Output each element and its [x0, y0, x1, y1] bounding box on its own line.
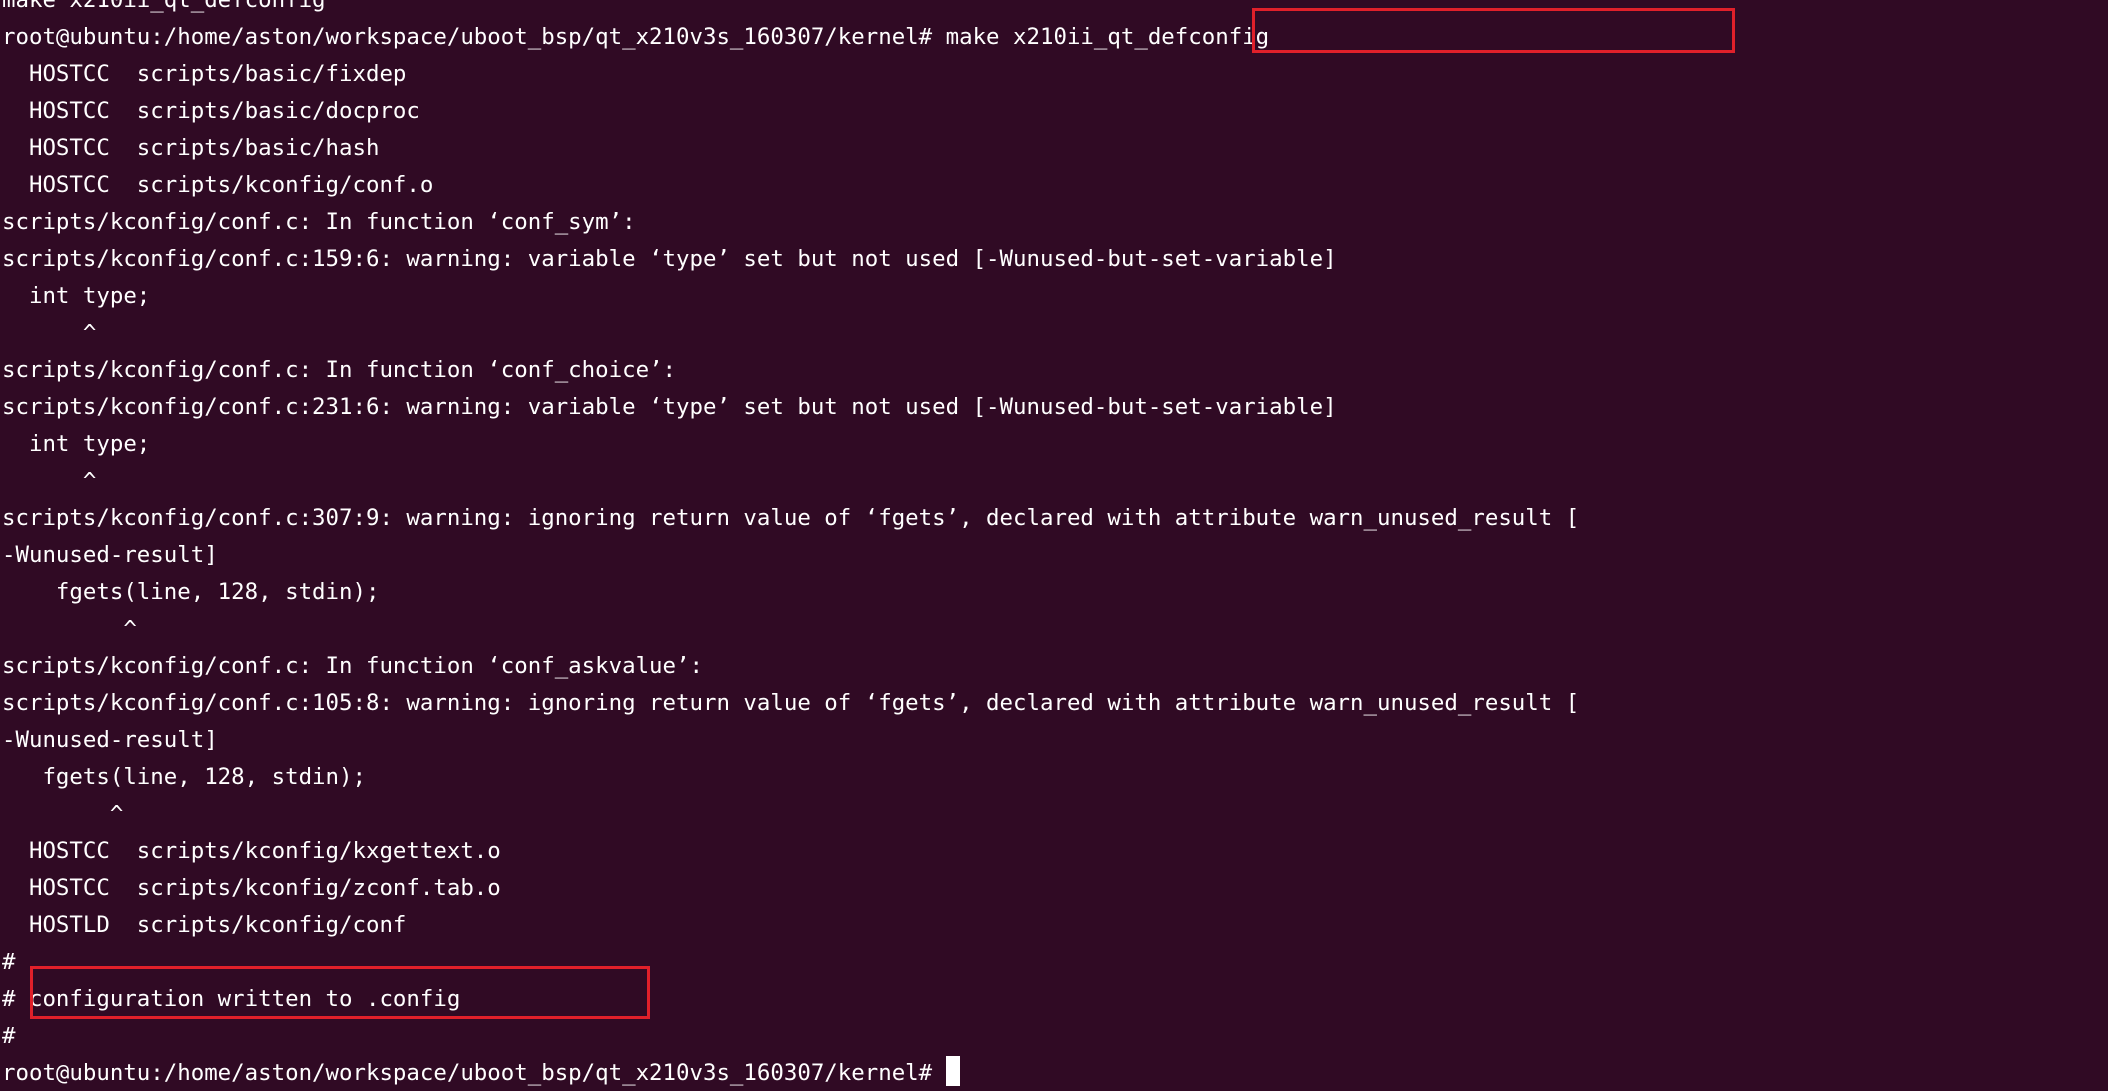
terminal-line: HOSTCC scripts/kconfig/kxgettext.o	[2, 838, 501, 864]
terminal-line: HOSTCC scripts/kconfig/zconf.tab.o	[2, 875, 501, 901]
terminal-prompt-line[interactable]: root@ubuntu:/home/aston/workspace/uboot_…	[2, 1055, 1579, 1091]
terminal-line: fgets(line, 128, stdin);	[2, 579, 380, 605]
terminal-line: -Wunused-result]	[2, 727, 218, 753]
terminal-line-command: root@ubuntu:/home/aston/workspace/uboot_…	[2, 24, 1270, 50]
terminal-line: fgets(line, 128, stdin);	[2, 764, 366, 790]
terminal-line: #	[2, 949, 16, 975]
shell-prompt: root@ubuntu:/home/aston/workspace/uboot_…	[2, 1060, 946, 1086]
terminal-line: scripts/kconfig/conf.c: In function ‘con…	[2, 357, 677, 383]
terminal-line-caret: ^	[2, 801, 124, 827]
terminal-line-caret: ^	[2, 320, 97, 346]
terminal-line-clipped: make x210ii_qt_defconfig	[2, 0, 326, 13]
terminal-line: scripts/kconfig/conf.c: In function ‘con…	[2, 209, 636, 235]
terminal-line: -Wunused-result]	[2, 542, 218, 568]
terminal-line: HOSTLD scripts/kconfig/conf	[2, 912, 407, 938]
terminal-line: #	[2, 1023, 16, 1049]
terminal-line: scripts/kconfig/conf.c: In function ‘con…	[2, 653, 703, 679]
text-cursor	[945, 1056, 960, 1086]
terminal-line: int type;	[2, 431, 151, 457]
terminal-line-result: # configuration written to .config	[2, 986, 461, 1012]
terminal-line: HOSTCC scripts/kconfig/conf.o	[2, 172, 434, 198]
terminal-output: make x210ii_qt_defconfig root@ubuntu:/ho…	[2, 0, 1579, 1091]
terminal-line-caret: ^	[2, 468, 97, 494]
terminal-line: HOSTCC scripts/basic/docproc	[2, 98, 420, 124]
terminal-line: int type;	[2, 283, 151, 309]
terminal-window[interactable]: make x210ii_qt_defconfig root@ubuntu:/ho…	[0, 0, 2108, 1091]
terminal-line-caret: ^	[2, 616, 137, 642]
terminal-line-warning: scripts/kconfig/conf.c:231:6: warning: v…	[2, 394, 1337, 420]
terminal-line: HOSTCC scripts/basic/fixdep	[2, 61, 407, 87]
terminal-line: HOSTCC scripts/basic/hash	[2, 135, 380, 161]
terminal-line-warning: scripts/kconfig/conf.c:105:8: warning: i…	[2, 690, 1580, 716]
terminal-line-warning: scripts/kconfig/conf.c:159:6: warning: v…	[2, 246, 1337, 272]
terminal-line-warning: scripts/kconfig/conf.c:307:9: warning: i…	[2, 505, 1580, 531]
